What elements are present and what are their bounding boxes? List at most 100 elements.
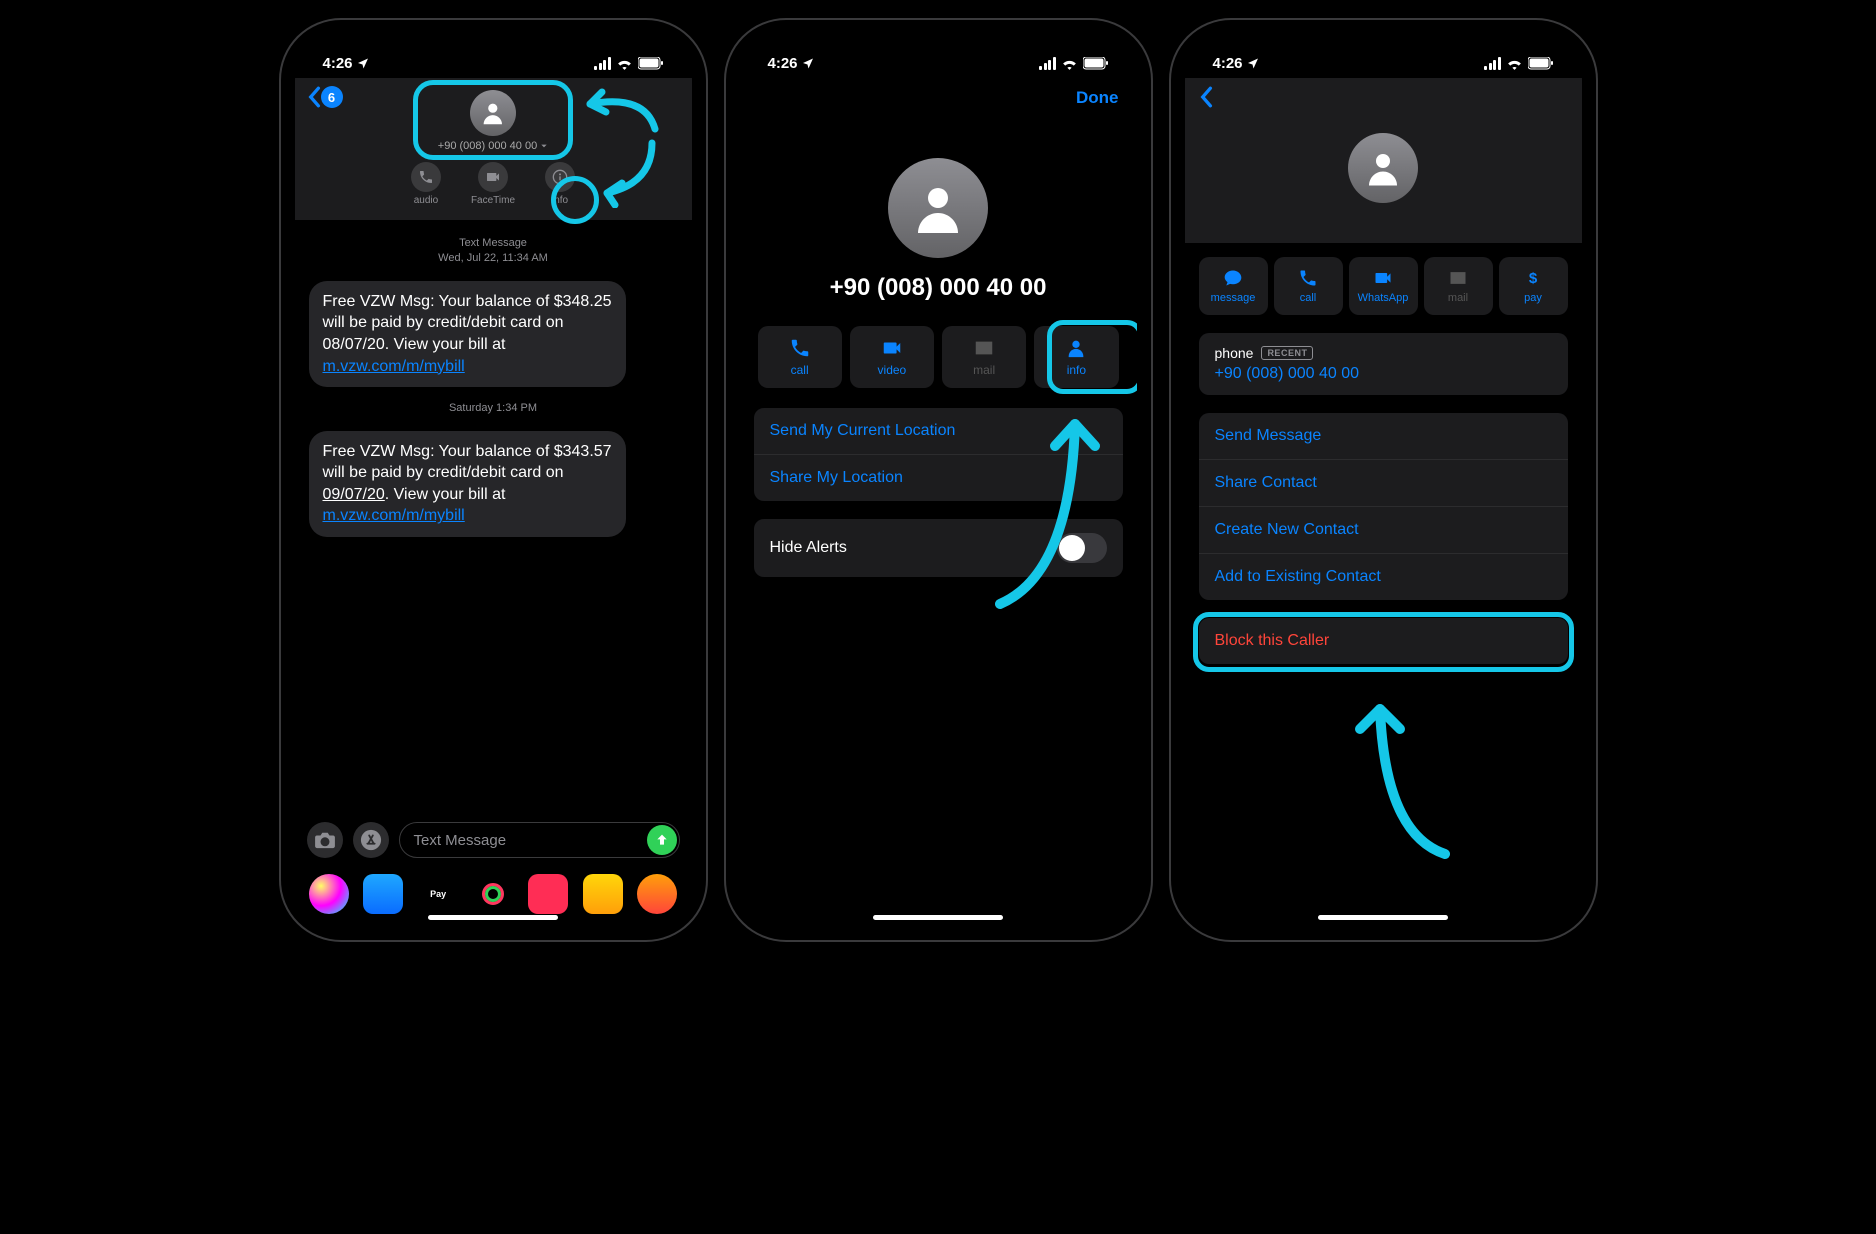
timestamp-1: Text Message Wed, Jul 22, 11:34 AM [309, 236, 678, 267]
notch [1293, 20, 1473, 50]
info-icon [552, 169, 568, 185]
wifi-icon [1061, 57, 1078, 70]
signal-icon [1039, 57, 1056, 70]
send-button[interactable] [647, 825, 677, 855]
share-contact-row[interactable]: Share Contact [1199, 459, 1568, 506]
phone-section[interactable]: phone RECENT +90 (008) 000 40 00 [1199, 333, 1568, 395]
timestamp-2: Saturday 1:34 PM [309, 401, 678, 416]
wifi-icon [1506, 57, 1523, 70]
person-icon [1065, 337, 1087, 359]
done-button[interactable]: Done [1076, 88, 1119, 108]
status-time: 4:26 [768, 55, 798, 72]
chevron-down-icon [540, 142, 548, 150]
dock-app-5[interactable] [528, 874, 568, 914]
arrow-annotation-4 [1335, 684, 1475, 864]
home-indicator[interactable] [1318, 915, 1448, 920]
hide-alerts-row: Hide Alerts [754, 519, 1123, 577]
location-section: Send My Current Location Share My Locati… [754, 408, 1123, 501]
phone-frame-3: 4:26 message [1171, 20, 1596, 940]
chevron-left-icon [307, 86, 321, 108]
screen-contact-details: 4:26 Done +90 (008) 000 40 00 call vid [740, 34, 1137, 926]
camera-button[interactable] [307, 822, 343, 858]
battery-icon [1528, 57, 1554, 70]
message-bubble-1[interactable]: Free VZW Msg: Your balance of $348.25 wi… [309, 281, 626, 387]
status-time: 4:26 [1213, 55, 1243, 72]
hide-alerts-toggle[interactable] [1057, 533, 1107, 563]
info-button[interactable]: info [545, 162, 575, 206]
info-tile-button[interactable]: info [1034, 326, 1118, 388]
whatsapp-button[interactable]: WhatsApp [1349, 257, 1418, 315]
action-tiles: message call WhatsApp mail $ pay [1185, 257, 1582, 315]
wifi-icon [616, 57, 633, 70]
back-button[interactable]: 6 [307, 86, 343, 108]
contact-actions-section: Send Message Share Contact Create New Co… [1199, 413, 1568, 600]
recent-badge: RECENT [1261, 346, 1313, 360]
back-button[interactable] [1185, 78, 1582, 123]
block-section: Block this Caller [1199, 618, 1568, 664]
send-location-row[interactable]: Send My Current Location [754, 408, 1123, 454]
dock-app-6[interactable] [583, 874, 623, 914]
mail-button: mail [942, 326, 1026, 388]
phone-frame-2: 4:26 Done +90 (008) 000 40 00 call vid [726, 20, 1151, 940]
video-button[interactable]: video [850, 326, 934, 388]
svg-text:$: $ [1529, 270, 1538, 287]
mail-icon [1448, 268, 1468, 288]
message-bubble-2[interactable]: Free VZW Msg: Your balance of $343.57 wi… [309, 431, 626, 537]
phone-icon [1298, 268, 1318, 288]
message-list: Text Message Wed, Jul 22, 11:34 AM Free … [295, 220, 692, 553]
share-location-row[interactable]: Share My Location [754, 454, 1123, 501]
mail-button: mail [1424, 257, 1493, 315]
message-input[interactable]: Text Message [399, 822, 680, 858]
action-tiles: call video mail info [740, 326, 1137, 388]
dock-app-photos[interactable] [309, 874, 349, 914]
phone-frame-1: 4:26 6 +90 (008) 000 40 00 [281, 20, 706, 940]
notch [403, 20, 583, 50]
home-indicator[interactable] [428, 915, 558, 920]
add-existing-row[interactable]: Add to Existing Contact [1199, 553, 1568, 600]
unread-badge: 6 [321, 86, 343, 108]
call-button[interactable]: call [1274, 257, 1343, 315]
facetime-button[interactable]: FaceTime [471, 162, 515, 206]
message-button[interactable]: message [1199, 257, 1268, 315]
video-icon [485, 169, 501, 185]
pay-button[interactable]: $ pay [1499, 257, 1568, 315]
phone-label: phone [1215, 345, 1254, 361]
create-contact-row[interactable]: Create New Contact [1199, 506, 1568, 553]
dock-app-7[interactable] [637, 874, 677, 914]
phone-icon [789, 337, 811, 359]
signal-icon [594, 57, 611, 70]
block-caller-row[interactable]: Block this Caller [1199, 618, 1568, 664]
dock-app-appstore[interactable] [363, 874, 403, 914]
audio-label: audio [414, 195, 438, 206]
dollar-icon: $ [1523, 268, 1543, 288]
video-icon [1373, 268, 1393, 288]
compose-bar: Text Message [295, 814, 692, 866]
notch [848, 20, 1028, 50]
video-icon [881, 337, 903, 359]
home-indicator[interactable] [873, 915, 1003, 920]
battery-icon [1083, 57, 1109, 70]
message-icon [1223, 268, 1243, 288]
arrow-up-icon [654, 832, 670, 848]
facetime-label: FaceTime [471, 195, 515, 206]
audio-button[interactable]: audio [411, 162, 441, 206]
call-button[interactable]: call [758, 326, 842, 388]
app-switcher-dock: Pay [305, 872, 682, 916]
dock-app-activity[interactable] [473, 874, 513, 914]
contact-phone-number: +90 (008) 000 40 00 [438, 140, 537, 152]
message-link-2[interactable]: m.vzw.com/m/mybill [323, 507, 465, 524]
message-placeholder: Text Message [414, 832, 507, 849]
location-icon [1247, 57, 1259, 69]
contact-phone-number: +90 (008) 000 40 00 [740, 274, 1137, 302]
dock-app-applepay[interactable]: Pay [418, 874, 458, 914]
mail-icon [973, 337, 995, 359]
avatar-icon [470, 90, 516, 136]
message-link-1[interactable]: m.vzw.com/m/mybill [323, 358, 465, 375]
status-time: 4:26 [323, 55, 353, 72]
contact-header[interactable]: +90 (008) 000 40 00 [305, 86, 682, 152]
chevron-left-icon [1199, 86, 1213, 108]
send-message-row[interactable]: Send Message [1199, 413, 1568, 459]
battery-icon [638, 57, 664, 70]
apps-button[interactable] [353, 822, 389, 858]
location-icon [357, 57, 369, 69]
